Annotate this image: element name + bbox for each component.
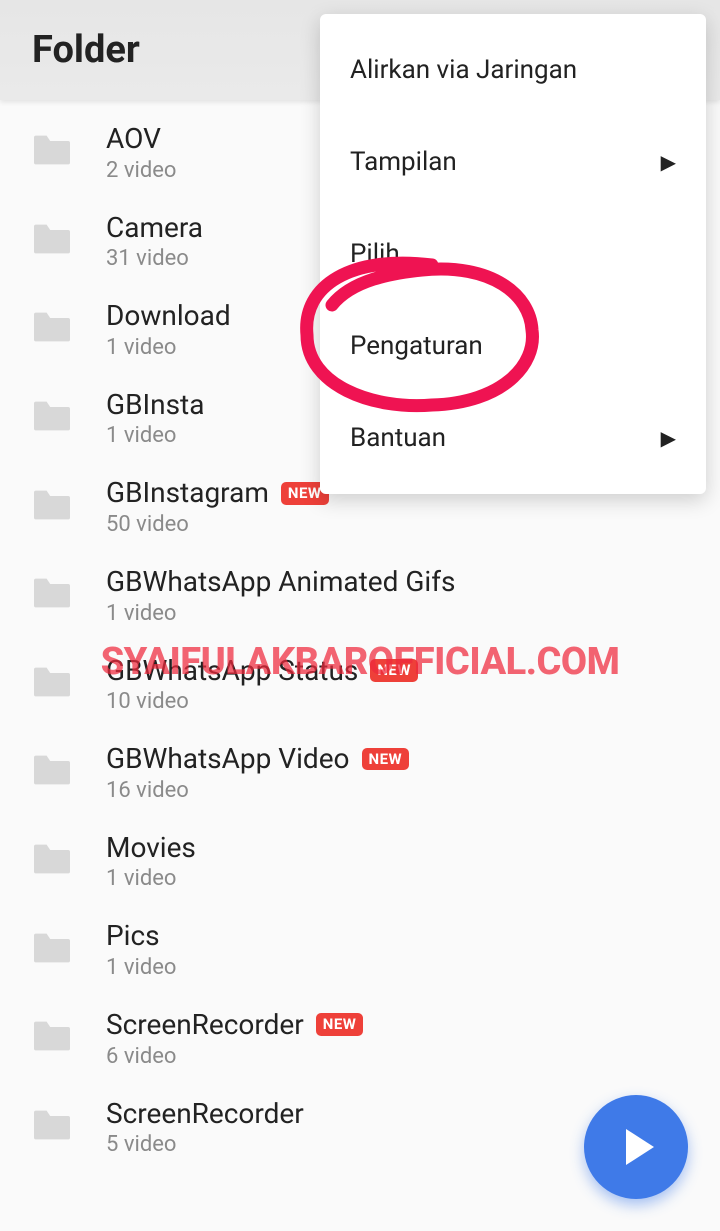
- folder-icon: [30, 221, 74, 261]
- folder-icon: [30, 1018, 74, 1058]
- folder-count: 1 video: [106, 866, 196, 891]
- folder-count: 1 video: [106, 335, 231, 360]
- folder-item-text: Download 1 video: [106, 299, 231, 360]
- folder-name: ScreenRecorder: [106, 1097, 304, 1131]
- folder-item-text: Pics 1 video: [106, 919, 176, 980]
- folder-item-text: AOV 2 video: [106, 122, 176, 183]
- folder-item-text: GBInstagram NEW 50 video: [106, 476, 329, 537]
- folder-count: 5 video: [106, 1132, 304, 1157]
- folder-icon: [30, 664, 74, 704]
- folder-count: 1 video: [106, 601, 455, 626]
- folder-item-pics[interactable]: Pics 1 video: [0, 905, 720, 994]
- folder-name: AOV: [106, 122, 161, 156]
- folder-count: 31 video: [106, 246, 203, 271]
- folder-item-screenrecorder-1[interactable]: ScreenRecorder NEW 6 video: [0, 994, 720, 1083]
- folder-count: 16 video: [106, 778, 409, 803]
- folder-item-text: GBWhatsApp Animated Gifs 1 video: [106, 565, 455, 626]
- folder-icon: [30, 930, 74, 970]
- folder-count: 50 video: [106, 512, 329, 537]
- menu-item-label: Tampilan: [350, 147, 457, 177]
- folder-item-text: GBWhatsApp Status NEW 10 video: [106, 654, 418, 715]
- folder-item-text: GBInsta 1 video: [106, 388, 204, 449]
- folder-icon: [30, 1107, 74, 1147]
- folder-count: 1 video: [106, 423, 204, 448]
- new-badge: NEW: [316, 1013, 364, 1036]
- folder-item-text: ScreenRecorder NEW 6 video: [106, 1008, 363, 1069]
- folder-icon: [30, 132, 74, 172]
- folder-count: 2 video: [106, 158, 176, 183]
- folder-name: ScreenRecorder: [106, 1008, 304, 1042]
- folder-name: Camera: [106, 211, 203, 245]
- folder-item-text: Movies 1 video: [106, 831, 196, 892]
- menu-item-label: Pengaturan: [350, 331, 483, 361]
- chevron-right-icon: ▶: [661, 150, 676, 174]
- menu-item-label: Alirkan via Jaringan: [350, 55, 577, 85]
- folder-name: Movies: [106, 831, 196, 865]
- folder-count: 10 video: [106, 689, 418, 714]
- folder-item-text: GBWhatsApp Video NEW 16 video: [106, 742, 409, 803]
- new-badge: NEW: [362, 748, 410, 771]
- folder-icon: [30, 752, 74, 792]
- folder-name: GBWhatsApp Animated Gifs: [106, 565, 455, 599]
- folder-icon: [30, 575, 74, 615]
- folder-name: GBWhatsApp Video: [106, 742, 350, 776]
- folder-count: 6 video: [106, 1044, 363, 1069]
- folder-name: GBInsta: [106, 388, 204, 422]
- folder-item-gbwhatsapp-video[interactable]: GBWhatsApp Video NEW 16 video: [0, 728, 720, 817]
- menu-item-label: Pilih: [350, 239, 400, 269]
- folder-item-text: ScreenRecorder 5 video: [106, 1097, 304, 1158]
- folder-name: Download: [106, 299, 231, 333]
- play-fab[interactable]: [584, 1095, 688, 1199]
- folder-count: 1 video: [106, 955, 176, 980]
- overflow-menu: Alirkan via Jaringan Tampilan ▶ Pilih Pe…: [320, 14, 706, 494]
- folder-name: GBInstagram: [106, 476, 269, 510]
- new-badge: NEW: [370, 659, 418, 682]
- folder-name: GBWhatsApp Status: [106, 654, 358, 688]
- menu-item-view[interactable]: Tampilan ▶: [320, 116, 706, 208]
- menu-item-help[interactable]: Bantuan ▶: [320, 392, 706, 484]
- menu-item-label: Bantuan: [350, 423, 446, 453]
- folder-icon: [30, 487, 74, 527]
- menu-item-settings[interactable]: Pengaturan: [320, 300, 706, 392]
- folder-icon: [30, 309, 74, 349]
- folder-icon: [30, 841, 74, 881]
- chevron-right-icon: ▶: [661, 426, 676, 450]
- page-title: Folder: [32, 28, 140, 72]
- folder-item-text: Camera 31 video: [106, 211, 203, 272]
- menu-item-stream[interactable]: Alirkan via Jaringan: [320, 24, 706, 116]
- folder-item-gbwhatsapp-animated-gifs[interactable]: GBWhatsApp Animated Gifs 1 video: [0, 551, 720, 640]
- folder-icon: [30, 398, 74, 438]
- folder-item-movies[interactable]: Movies 1 video: [0, 817, 720, 906]
- folder-item-gbwhatsapp-status[interactable]: GBWhatsApp Status NEW 10 video: [0, 640, 720, 729]
- menu-item-select[interactable]: Pilih: [320, 208, 706, 300]
- folder-name: Pics: [106, 919, 160, 953]
- play-icon: [626, 1129, 654, 1165]
